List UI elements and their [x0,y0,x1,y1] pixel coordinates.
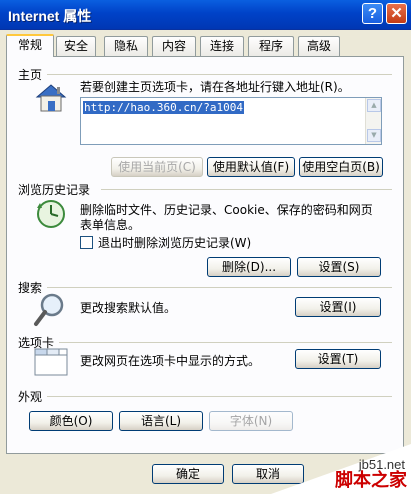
tab-advanced[interactable]: 高级 [298,36,340,56]
scroll-up-icon[interactable]: ▲ [367,99,381,112]
history-desc-line2: 表单信息。 [80,218,141,232]
close-button[interactable]: ✕ [386,3,407,24]
history-settings-button[interactable]: 设置(S) [297,257,381,277]
divider [47,396,392,397]
tabs-desc: 更改网页在选项卡中显示的方式。 [80,354,261,368]
colors-button[interactable]: 颜色(O) [29,411,113,431]
delete-on-exit-label: 退出时删除浏览历史记录(W) [98,236,252,250]
divider [47,74,392,75]
search-desc: 更改搜索默认值。 [80,301,177,315]
house-icon [35,84,67,112]
search-settings-button[interactable]: 设置(I) [295,297,381,317]
use-default-button[interactable]: 使用默认值(F) [207,157,295,177]
history-clock-icon [37,200,65,228]
magnifier-icon [34,293,64,326]
window-title: Internet 属性 [8,8,92,24]
history-desc-line1: 删除临时文件、历史记录、Cookie、保存的密码和网页 [80,203,373,217]
delete-on-exit-checkbox[interactable] [80,236,93,249]
homepage-address-input[interactable]: http://hao.360.cn/?a1004 ▲ ▼ [80,97,382,145]
delete-history-button[interactable]: 删除(D)... [207,257,291,277]
use-current-button[interactable]: 使用当前页(C) [111,157,203,177]
tabs-settings-button[interactable]: 设置(T) [295,349,381,369]
tab-programs[interactable]: 程序 [248,36,294,56]
divider [59,342,392,343]
use-blank-button[interactable]: 使用空白页(B) [299,157,383,177]
help-button[interactable]: ? [362,3,383,24]
home-prompt: 若要创建主页选项卡，请在各地址行键入地址(R)。 [80,80,350,94]
languages-button[interactable]: 语言(L) [119,411,203,431]
history-section-title: 浏览历史记录 [18,183,91,197]
fonts-button[interactable]: 字体(N) [209,411,293,431]
scroll-down-icon[interactable]: ▼ [367,129,381,142]
watermark: jb51.net 脚本之家 [271,444,411,494]
tab-content[interactable]: 内容 [152,36,196,56]
tabs-window-icon [34,348,68,376]
appearance-section-title: 外观 [18,390,43,404]
homepage-address-value: http://hao.360.cn/?a1004 [83,101,244,114]
divider [47,287,392,288]
tab-connections[interactable]: 连接 [200,36,244,56]
divider [101,189,392,190]
watermark-name: 脚本之家 [335,470,407,491]
ok-button[interactable]: 确定 [152,464,224,484]
title-bar: Internet 属性 ? ✕ [0,0,411,30]
tab-security[interactable]: 安全 [56,36,96,56]
tab-general[interactable]: 常规 [6,34,54,57]
general-panel: 主页 若要创建主页选项卡，请在各地址行键入地址(R)。 http://hao.3… [6,56,404,454]
address-scrollbar[interactable]: ▲ ▼ [365,98,381,144]
tab-privacy[interactable]: 隐私 [104,36,148,56]
